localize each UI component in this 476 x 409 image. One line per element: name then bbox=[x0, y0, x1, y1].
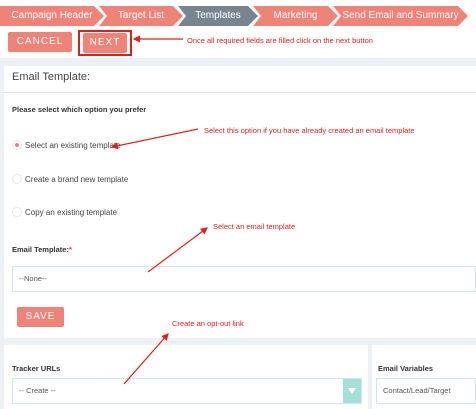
next-button-highlight: NEXT bbox=[78, 30, 132, 56]
option-prompt: Please select which option you prefer bbox=[12, 105, 147, 114]
option-existing-template[interactable]: Select an existing template bbox=[12, 140, 121, 150]
step-templates[interactable]: Templates bbox=[178, 6, 258, 26]
next-hint-annotation: Once all required fields are filled clic… bbox=[187, 36, 373, 45]
option-label: Create a brand new template bbox=[25, 174, 129, 184]
step-campaign-header[interactable]: Campaign Header bbox=[0, 6, 104, 26]
radio-checked-icon[interactable] bbox=[12, 140, 22, 150]
step-marketing[interactable]: Marketing bbox=[253, 6, 338, 26]
cancel-button[interactable]: CANCEL bbox=[8, 32, 72, 52]
email-template-field-label: Email Template:* bbox=[12, 245, 72, 254]
option-label: Copy an existing template bbox=[25, 207, 118, 217]
radio-icon[interactable] bbox=[12, 174, 22, 184]
option-copy-template[interactable]: Copy an existing template bbox=[12, 207, 117, 217]
existing-hint-annotation: Select this option if you have already c… bbox=[204, 126, 415, 135]
tracker-urls-panel: Tracker URLs -- Create -- bbox=[4, 345, 368, 409]
action-bar: CANCEL NEXT Once all required fields are… bbox=[0, 30, 476, 58]
field-label-text: Email Template: bbox=[12, 245, 69, 254]
divider bbox=[4, 92, 476, 93]
email-template-select[interactable]: --None-- bbox=[12, 266, 476, 292]
tracker-urls-label: Tracker URLs bbox=[12, 364, 61, 373]
campaign-wizard-page: Campaign Header Target List Templates Ma… bbox=[0, 0, 476, 409]
step-send-email-summary[interactable]: Send Email and Summary bbox=[333, 6, 468, 26]
wizard-steps: Campaign Header Target List Templates Ma… bbox=[0, 0, 476, 30]
save-button[interactable]: SAVE bbox=[17, 307, 64, 327]
email-template-panel: Email Template: Please select which opti… bbox=[4, 66, 476, 338]
step-target-list[interactable]: Target List bbox=[99, 6, 183, 26]
radio-icon[interactable] bbox=[12, 207, 22, 217]
option-label: Select an existing template bbox=[25, 140, 121, 150]
tracker-url-select[interactable]: -- Create -- bbox=[12, 378, 362, 404]
next-button[interactable]: NEXT bbox=[83, 33, 127, 53]
option-new-template[interactable]: Create a brand new template bbox=[12, 174, 128, 184]
tracker-select-value: -- Create -- bbox=[19, 386, 56, 395]
email-variables-panel: Email Variables Contact/Lead/Target bbox=[372, 345, 476, 409]
select-template-hint-annotation: Select an email template bbox=[213, 222, 296, 231]
panel-title: Email Template: bbox=[12, 71, 91, 83]
required-mark: * bbox=[68, 245, 72, 254]
chevron-down-icon[interactable] bbox=[343, 379, 361, 403]
optout-hint-annotation: Create an opt-out link bbox=[172, 319, 244, 328]
email-variables-select[interactable]: Contact/Lead/Target bbox=[376, 378, 476, 404]
email-variables-label: Email Variables bbox=[378, 364, 434, 373]
